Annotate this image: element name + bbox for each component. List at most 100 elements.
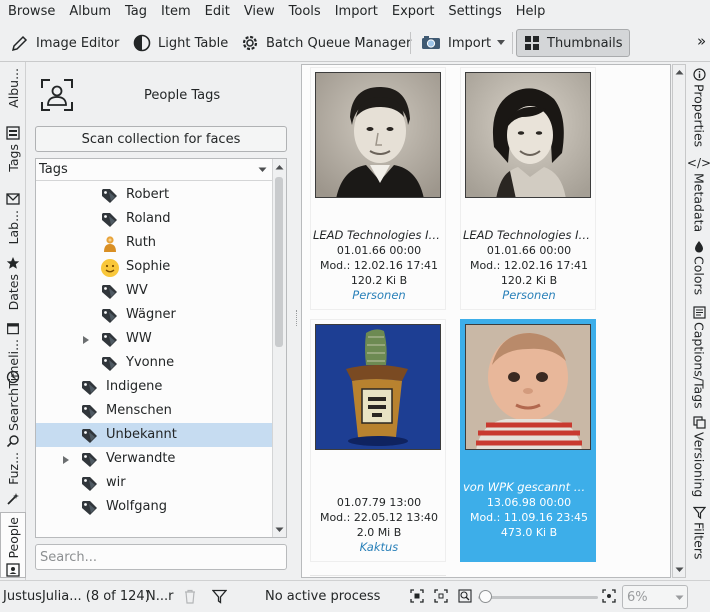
tab-captions-tags[interactable]: Captions/Tags	[688, 306, 710, 414]
tree-row[interactable]: Robert	[36, 183, 272, 207]
thumbnail-name: LEAD Technologies Inc...	[313, 228, 447, 242]
tree-expander	[62, 406, 70, 416]
tree-expander	[82, 286, 90, 296]
image-editor-button[interactable]: Image Editor	[4, 29, 125, 57]
scroll-down-icon[interactable]	[675, 567, 684, 573]
tab-search[interactable]: Search	[0, 370, 26, 436]
zoom-in-icon[interactable]	[602, 589, 616, 603]
tree-expander[interactable]	[62, 454, 70, 464]
tree-row[interactable]: Indigene	[36, 375, 272, 399]
scroll-up-icon[interactable]	[675, 69, 684, 75]
tab-tags[interactable]: Tags	[0, 126, 26, 188]
tab-fuzzy[interactable]: Fuz...	[0, 434, 26, 498]
menu-import[interactable]: Import	[327, 0, 384, 24]
tree-expander	[62, 502, 70, 512]
toolbar-separator	[512, 32, 513, 54]
light-table-button[interactable]: Light Table	[126, 29, 234, 57]
tree-row-icon	[100, 210, 120, 230]
tab-dates[interactable]: Dates	[0, 256, 26, 318]
expand-arrow-icon[interactable]	[82, 335, 90, 345]
thumbnail-tag[interactable]: Personen	[461, 288, 597, 302]
tree-row-label: Menschen	[106, 403, 172, 418]
tree-scrollbar[interactable]	[272, 159, 286, 537]
tab-versioning[interactable]: Versioning	[688, 416, 710, 506]
filter-icon[interactable]	[212, 589, 227, 604]
people-search-input[interactable]	[35, 544, 287, 570]
import-button[interactable]: Import	[414, 29, 497, 57]
zoom-out-icon[interactable]	[458, 589, 472, 603]
tab-filters[interactable]: Filters	[688, 506, 710, 572]
menu-settings[interactable]: Settings	[440, 0, 507, 24]
tree-row[interactable]: Wolfgang	[36, 495, 272, 519]
tab-albums-label: Albu...	[5, 68, 21, 108]
tree-row[interactable]: Sophie	[36, 255, 272, 279]
tab-people-label: People	[5, 517, 21, 559]
thumbnail-item[interactable]: LEAD Technologies Inc... 01.01.66 00:00 …	[460, 67, 597, 310]
zoom-slider-track[interactable]	[478, 596, 598, 599]
toolbar-overflow-button[interactable]: »	[697, 32, 706, 50]
thumbnail-date: 01.01.66 00:00	[336, 244, 422, 257]
tab-labels[interactable]: Lab...	[0, 192, 26, 252]
chevron-down-icon[interactable]	[496, 39, 506, 47]
trash-icon[interactable]	[183, 589, 197, 604]
thumbnail-tag[interactable]: Kaktus	[311, 540, 447, 554]
light-table-icon	[133, 34, 151, 52]
menu-tools[interactable]: Tools	[281, 0, 327, 24]
tab-properties[interactable]: Properties	[688, 68, 710, 160]
menu-view[interactable]: View	[236, 0, 281, 24]
tree-row[interactable]: Ruth	[36, 231, 272, 255]
thumbnail-item[interactable]: LEAD Technologies Inc... 01.01.66 00:00 …	[310, 67, 447, 310]
scroll-down-icon[interactable]	[275, 527, 284, 533]
thumbnail-size: 2.0 Mi B	[356, 526, 402, 539]
expand-arrow-icon[interactable]	[62, 455, 70, 465]
tab-people[interactable]: People	[0, 512, 26, 578]
menu-item[interactable]: Item	[153, 0, 197, 24]
tab-albums[interactable]: Albu...	[0, 68, 26, 122]
tab-colors[interactable]: Colors	[688, 240, 710, 302]
zoom-level-select[interactable]: 6%	[622, 585, 688, 609]
tab-metadata[interactable]: </> Metadata	[687, 156, 710, 238]
zoom-fit-icon[interactable]	[410, 589, 424, 603]
tree-row[interactable]: WV	[36, 279, 272, 303]
tree-row[interactable]: WW	[36, 327, 272, 351]
thumbnail-image	[465, 324, 591, 450]
tree-expander[interactable]	[82, 334, 90, 344]
tree-row[interactable]: wir	[36, 471, 272, 495]
tree-row-selected[interactable]: Unbekannt	[36, 423, 272, 447]
tree-row[interactable]: Wägner	[36, 303, 272, 327]
tree-scroll-thumb[interactable]	[275, 177, 283, 347]
tree-row-icon	[100, 186, 120, 206]
zoom-slider-handle[interactable]	[479, 590, 492, 603]
tree-row-label: WV	[126, 283, 148, 298]
thumbnail-scrollbar[interactable]	[672, 64, 686, 578]
menu-export[interactable]: Export	[384, 0, 441, 24]
menu-edit[interactable]: Edit	[197, 0, 236, 24]
scroll-up-icon[interactable]	[275, 164, 284, 170]
tree-expander	[62, 478, 70, 488]
tree-row-label: Roland	[126, 211, 171, 226]
thumbnails-button[interactable]: Thumbnails	[516, 29, 630, 57]
tree-row-icon	[80, 474, 100, 494]
thumbnail-item-selected[interactable]: von WPK gescannt mit... 13.06.98 00:00 M…	[460, 319, 597, 562]
menu-album[interactable]: Album	[61, 0, 117, 24]
tree-row[interactable]: Menschen	[36, 399, 272, 423]
menu-tag[interactable]: Tag	[117, 0, 153, 24]
batch-queue-manager-button[interactable]: Batch Queue Manager	[234, 29, 417, 57]
tree-row[interactable]: Verwandte	[36, 447, 272, 471]
people-tags-title: People Tags	[144, 88, 221, 103]
menubar: Browse Album Tag Item Edit View Tools Im…	[0, 0, 710, 24]
thumbnail-image	[315, 72, 441, 198]
thumbnail-item[interactable]: 01.07.79 13:00 Mod.: 22.05.12 13:40 2.0 …	[310, 319, 446, 562]
zoom-actual-icon[interactable]	[434, 589, 448, 603]
scan-collection-button[interactable]: Scan collection for faces	[35, 126, 287, 152]
tab-captions-tags-label: Captions/Tags	[691, 322, 707, 409]
thumbnail-tag[interactable]: Personen	[311, 288, 447, 302]
tag-icon	[82, 453, 97, 467]
thumbnails-label: Thumbnails	[547, 35, 623, 51]
tree-header[interactable]: Tags	[36, 159, 272, 181]
tree-row-icon	[100, 282, 120, 302]
tree-row[interactable]: Yvonne	[36, 351, 272, 375]
menu-browse[interactable]: Browse	[0, 0, 61, 24]
tree-row[interactable]: Roland	[36, 207, 272, 231]
menu-help[interactable]: Help	[508, 0, 552, 24]
